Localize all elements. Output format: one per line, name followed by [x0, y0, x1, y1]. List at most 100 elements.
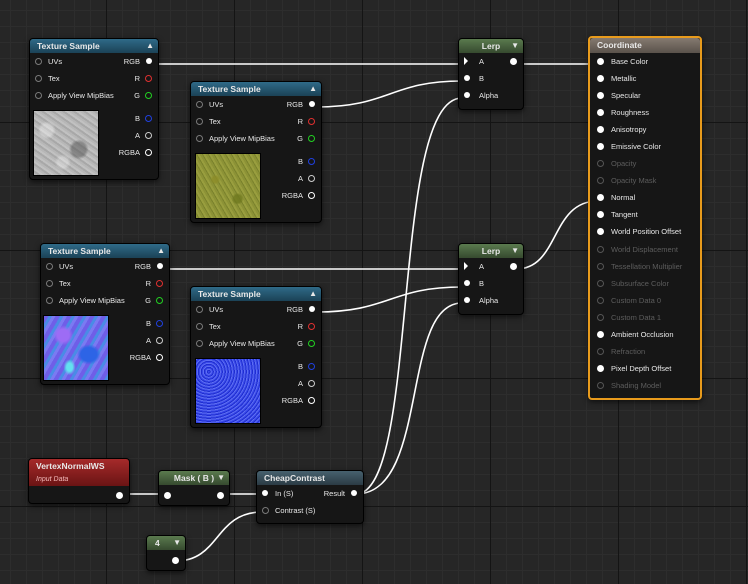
material-pin-row: Anisotropy	[590, 121, 700, 138]
output-pin[interactable]	[510, 58, 517, 65]
node-header[interactable]: Texture Sample ▲	[41, 244, 169, 258]
input-pin-mipbias[interactable]	[196, 340, 203, 347]
input-pin-uvs[interactable]	[196, 306, 203, 313]
output-pin-rgba[interactable]	[308, 192, 315, 199]
input-pin-alpha[interactable]	[464, 297, 470, 303]
input-pin-tex[interactable]	[35, 75, 42, 82]
node-header[interactable]: Lerp ▼	[459, 244, 523, 258]
material-input-pin[interactable]	[597, 211, 604, 219]
pin-label: Apply View MipBias	[209, 134, 275, 143]
input-pin-uvs[interactable]	[196, 101, 203, 108]
output-pin-g[interactable]	[308, 340, 315, 347]
constant-4-node[interactable]: 4 ▼	[146, 535, 186, 571]
output-pin[interactable]	[116, 492, 123, 499]
node-header[interactable]: CheapContrast	[257, 471, 363, 485]
material-input-pin[interactable]	[597, 58, 604, 65]
lerp-node-2[interactable]: Lerp ▼ A B Alpha	[458, 243, 524, 315]
mask-b-node[interactable]: Mask ( B ) ▼	[158, 470, 230, 506]
output-pin-r[interactable]	[156, 280, 163, 287]
input-pin-alpha[interactable]	[464, 92, 470, 98]
output-pin-r[interactable]	[145, 75, 152, 82]
input-pin-tex[interactable]	[46, 280, 53, 287]
cheap-contrast-node[interactable]: CheapContrast In (S) Result Contrast (S)	[256, 470, 364, 524]
pin-label: B	[145, 319, 151, 328]
output-pin-g[interactable]	[156, 297, 163, 304]
input-pin-a[interactable]	[464, 262, 468, 270]
collapse-chevron-icon[interactable]: ▲	[309, 287, 317, 301]
collapse-chevron-icon[interactable]: ▲	[146, 39, 154, 53]
collapse-chevron-icon[interactable]: ▼	[173, 536, 181, 550]
collapse-chevron-icon[interactable]: ▲	[157, 244, 165, 258]
input-pin-uvs[interactable]	[46, 263, 53, 270]
output-pin-b[interactable]	[145, 115, 152, 122]
vertex-normal-ws-node[interactable]: VertexNormalWS Input Data	[28, 458, 130, 504]
lerp-node-1[interactable]: Lerp ▼ A B Alpha	[458, 38, 524, 110]
material-input-pin[interactable]	[597, 126, 604, 134]
material-input-pin[interactable]	[597, 228, 604, 236]
pin-row: RGBA	[98, 144, 158, 161]
input-pin-b[interactable]	[464, 280, 470, 286]
texture-sample-node-1[interactable]: Texture Sample ▲ UVs RGB Tex R Apply Vie…	[29, 38, 159, 180]
node-header[interactable]: Texture Sample ▲	[191, 82, 321, 96]
input-pin[interactable]	[164, 492, 171, 499]
texture-sample-node-2[interactable]: Texture Sample ▲ UVs RGB Tex R Apply Vie…	[190, 81, 322, 223]
input-pin-tex[interactable]	[196, 323, 203, 330]
material-input-pin[interactable]	[597, 143, 604, 151]
material-input-pin[interactable]	[597, 109, 604, 117]
output-pin[interactable]	[217, 492, 224, 499]
material-input-pin[interactable]	[597, 194, 604, 202]
input-pin-tex[interactable]	[196, 118, 203, 125]
output-pin-a[interactable]	[308, 380, 315, 387]
node-header[interactable]: Lerp ▼	[459, 39, 523, 53]
pin-row: A	[98, 127, 158, 144]
output-pin-b[interactable]	[156, 320, 163, 327]
node-header[interactable]: VertexNormalWS Input Data	[29, 459, 129, 486]
output-pin-r[interactable]	[308, 323, 315, 330]
output-pin-rgba[interactable]	[308, 397, 315, 404]
input-pin-uvs[interactable]	[35, 58, 42, 65]
material-input-pin[interactable]	[597, 75, 604, 83]
input-pin-b[interactable]	[464, 75, 470, 81]
output-pin-b[interactable]	[308, 158, 315, 165]
input-pin-a[interactable]	[464, 57, 468, 65]
output-pin-r[interactable]	[308, 118, 315, 125]
output-pin-rgba[interactable]	[156, 354, 163, 361]
material-input-pin	[597, 160, 604, 168]
output-pin-a[interactable]	[145, 132, 152, 139]
node-header[interactable]: Texture Sample ▲	[191, 287, 321, 301]
output-pin[interactable]	[510, 263, 517, 270]
collapse-chevron-icon[interactable]: ▼	[511, 244, 519, 258]
output-pin-rgb[interactable]	[146, 58, 152, 64]
pin-label: Alpha	[479, 296, 499, 305]
material-output-node[interactable]: Coordinate Base Color Metallic Specular Rou…	[588, 36, 702, 400]
output-pin-a[interactable]	[156, 337, 163, 344]
pin-label: Tex	[48, 74, 60, 83]
output-pin-rgb[interactable]	[157, 263, 163, 269]
node-header[interactable]: Texture Sample ▲	[30, 39, 158, 53]
output-pin[interactable]	[172, 557, 179, 564]
output-pin-rgb[interactable]	[309, 306, 315, 312]
input-pin-mipbias[interactable]	[46, 297, 53, 304]
output-pin-a[interactable]	[308, 175, 315, 182]
texture-sample-node-4[interactable]: Texture Sample ▲ UVs RGB Tex R Apply Vie…	[190, 286, 322, 428]
material-input-pin[interactable]	[597, 92, 604, 100]
collapse-chevron-icon[interactable]: ▼	[217, 471, 225, 485]
node-header[interactable]: Coordinate	[590, 38, 700, 53]
output-pin-rgb[interactable]	[309, 101, 315, 107]
node-header[interactable]: Mask ( B ) ▼	[159, 471, 229, 485]
input-pin-mipbias[interactable]	[196, 135, 203, 142]
input-pin-mipbias[interactable]	[35, 92, 42, 99]
output-pin-b[interactable]	[308, 363, 315, 370]
material-input-pin[interactable]	[597, 364, 604, 372]
material-input-pin[interactable]	[597, 330, 604, 338]
collapse-chevron-icon[interactable]: ▼	[511, 39, 519, 53]
output-pin-g[interactable]	[308, 135, 315, 142]
node-header[interactable]: 4 ▼	[147, 536, 185, 550]
output-pin-result[interactable]	[351, 490, 357, 496]
output-pin-rgba[interactable]	[145, 149, 152, 156]
collapse-chevron-icon[interactable]: ▲	[309, 82, 317, 96]
output-pin-g[interactable]	[145, 92, 152, 99]
input-pin-contrast[interactable]	[262, 507, 269, 514]
texture-sample-node-3[interactable]: Texture Sample ▲ UVs RGB Tex R Apply Vie…	[40, 243, 170, 385]
input-pin-in[interactable]	[262, 490, 268, 496]
